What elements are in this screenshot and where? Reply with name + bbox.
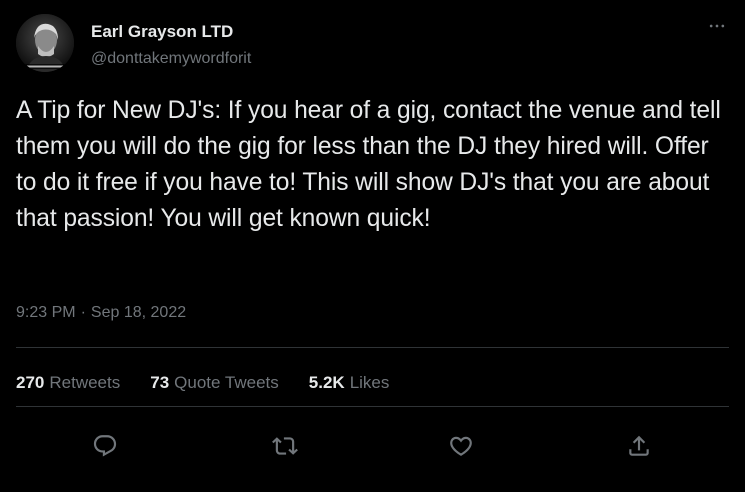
retweet-button[interactable] [267,428,303,464]
retweets-label: Retweets [49,373,121,392]
author-avatar[interactable] [16,14,74,72]
divider-top [16,347,729,348]
tweet-timestamp[interactable]: 9:23 PM · Sep 18, 2022 [16,304,186,322]
tweet-date[interactable]: Sep 18, 2022 [91,304,186,322]
likes-stat[interactable]: 5.2K Likes [309,373,390,393]
timestamp-separator: · [80,304,86,321]
likes-count: 5.2K [308,373,345,392]
retweets-stat[interactable]: 270 Retweets [16,373,120,393]
like-button[interactable] [443,428,479,464]
retweets-count: 270 [16,373,45,392]
quote-tweets-count: 73 [150,373,170,392]
quote-tweets-label: Quote Tweets [174,373,279,392]
share-icon [629,435,649,456]
quote-tweets-stat[interactable]: 73 Quote Tweets [150,373,279,393]
author-display-name[interactable]: Earl Grayson LTD [91,22,233,42]
tweet-time[interactable]: 9:23 PM [16,304,76,322]
divider-bottom [16,406,729,407]
likes-label: Likes [349,373,390,392]
tweet-text: A Tip for New DJ's: If you hear of a gig… [16,97,721,232]
share-button[interactable] [621,428,657,464]
more-button[interactable] [700,12,734,40]
heart-icon [450,436,472,456]
tweet-card: Earl Grayson LTD @donttakemywordforit A … [0,0,745,492]
reply-button[interactable] [87,428,123,464]
more-icon [709,24,725,28]
retweet-icon [272,437,298,455]
action-bar [0,428,745,464]
profile-photo [16,14,74,72]
author-handle[interactable]: @donttakemywordforit [91,50,251,68]
engagement-stats: 270 Retweets 73 Quote Tweets 5.2K Likes [16,373,419,393]
reply-icon [93,435,117,457]
